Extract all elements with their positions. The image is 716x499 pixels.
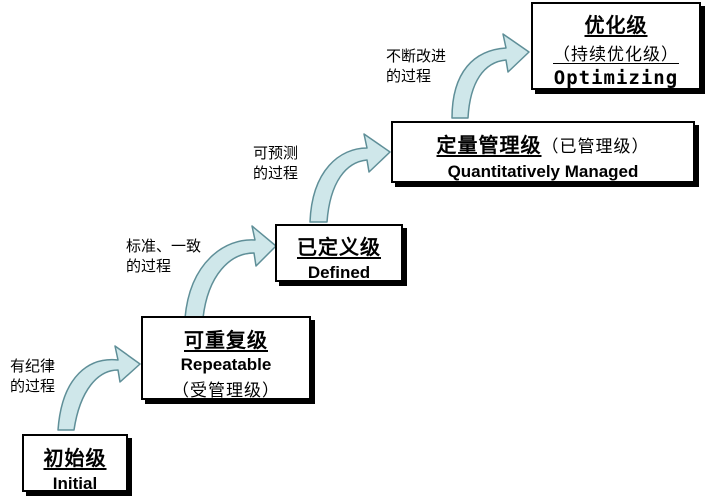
level-repeatable-sub: （受管理级） — [172, 381, 280, 401]
arrow-to-repeatable — [57, 345, 141, 431]
level-optimizing-en: Optimizing — [553, 67, 679, 89]
level-initial-cn: 初始级 — [43, 446, 107, 470]
level-defined-box: 已定义级 Defined — [275, 224, 403, 282]
level-repeatable-en: Repeatable — [180, 355, 272, 374]
level-repeatable-box: 可重复级 Repeatable （受管理级） — [141, 316, 311, 401]
label-to-defined: 标准、一致 的过程 — [126, 237, 202, 275]
level-optimizing-box: 优化级 （持续优化级） Optimizing — [531, 2, 701, 90]
arrow-to-optimizing — [451, 33, 530, 119]
level-managed-en: Quantitatively Managed — [447, 162, 639, 181]
level-optimizing-cn: 优化级 — [584, 13, 648, 37]
cmm-maturity-diagram: 有纪律 的过程 标准、一致 的过程 可预测 的过程 不断改进 的过程 初始级 I… — [0, 0, 716, 499]
level-managed-sub: （已管理级） — [541, 137, 650, 157]
level-optimizing-sub: （持续优化级） — [553, 45, 679, 65]
label-to-managed: 可预测 的过程 — [253, 144, 299, 182]
level-initial-en: Initial — [52, 474, 98, 493]
level-managed-box: 定量管理级（已管理级） Quantitatively Managed — [391, 121, 695, 183]
label-to-repeatable: 有纪律 的过程 — [10, 357, 56, 395]
level-initial-box: 初始级 Initial — [22, 434, 128, 493]
level-repeatable-cn: 可重复级 — [184, 328, 268, 352]
level-managed-title: 定量管理级（已管理级） — [393, 129, 693, 158]
level-defined-cn: 已定义级 — [297, 235, 381, 259]
arrow-to-managed — [309, 133, 391, 223]
label-to-optimizing: 不断改进 的过程 — [386, 47, 447, 85]
level-defined-en: Defined — [307, 263, 371, 282]
level-managed-cn: 定量管理级 — [436, 133, 542, 157]
